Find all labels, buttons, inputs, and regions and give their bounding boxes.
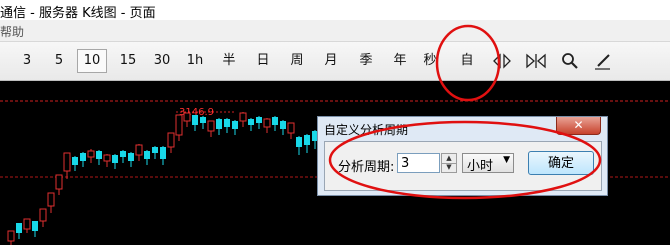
annotation-overlay (328, 24, 602, 200)
annotation-circle-dialog (328, 120, 602, 200)
annotation-circle-custom (435, 24, 501, 102)
